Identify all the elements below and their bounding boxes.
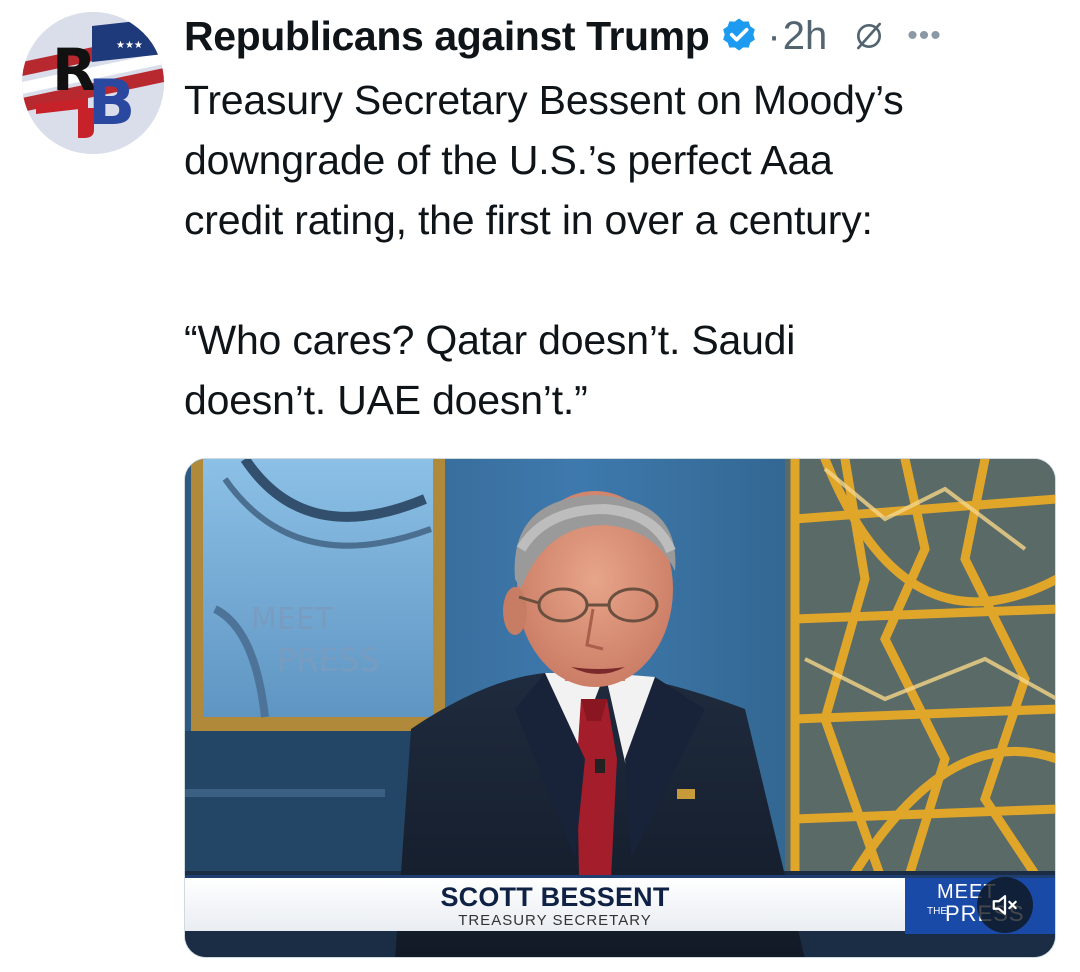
text-line: credit rating, the first in over a centu… (184, 197, 873, 243)
chyron-title: TREASURY SECRETARY (458, 912, 652, 929)
more-options-icon[interactable]: ••• (907, 21, 942, 51)
muted-speaker-icon (992, 895, 1017, 915)
verified-badge-icon[interactable] (719, 16, 759, 56)
separator-dot: · (767, 13, 781, 58)
avatar-logo: ★★★ R B (22, 12, 164, 154)
mute-button[interactable] (977, 877, 1033, 933)
text-line: downgrade of the U.S.’s perfect Aaa (184, 137, 833, 183)
author-name[interactable]: Republicans against Trump (184, 13, 710, 60)
video-chyron: SCOTT BESSENT TREASURY SECRETARY MEET TH… (185, 875, 1055, 934)
text-line: Treasury Secretary Bessent on Moody’s (184, 77, 904, 123)
avatar[interactable]: ★★★ R B (22, 12, 164, 154)
grok-icon[interactable] (853, 20, 885, 52)
svg-text:★★★: ★★★ (116, 40, 143, 51)
post-header: Republicans against Trump · 2h ••• (184, 8, 1064, 64)
quote-line: “Who cares? Qatar doesn’t. Saudi (184, 317, 796, 363)
quote-line: doesn’t. UAE doesn’t.” (184, 377, 588, 423)
post-time[interactable]: 2h (783, 14, 828, 59)
svg-text:B: B (88, 66, 135, 139)
svg-text:MEET: MEET (251, 602, 334, 637)
chyron-name: SCOTT BESSENT (440, 882, 670, 912)
svg-text:PRESS: PRESS (277, 641, 379, 679)
video-player[interactable]: MEET PRESS SCOTT BESSENT TREASURY SECRET… (184, 458, 1056, 958)
post-text: Treasury Secretary Bessent on Moody’s do… (184, 70, 1054, 430)
chyron-logo-the: THE (927, 906, 947, 917)
chyron-name-block: SCOTT BESSENT TREASURY SECRETARY (415, 882, 695, 930)
